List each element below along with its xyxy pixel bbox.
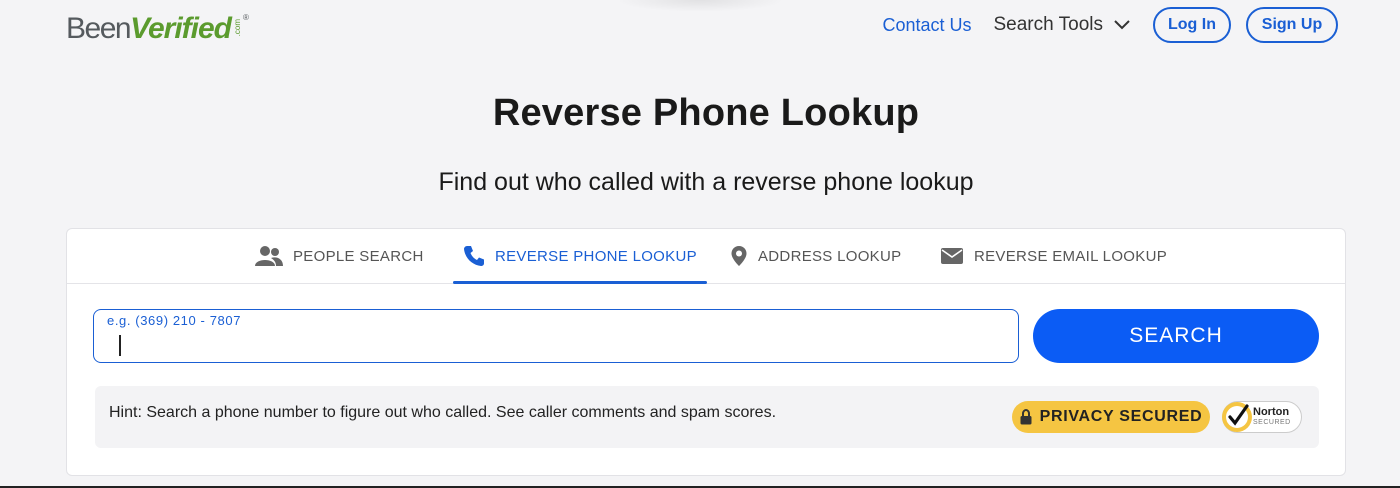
search-card: PEOPLE SEARCH REVERSE PHONE LOOKUP ADDRE…: [66, 228, 1346, 476]
lock-icon: [1020, 409, 1032, 425]
tab-label: REVERSE PHONE LOOKUP: [495, 247, 697, 265]
search-tools-dropdown[interactable]: Search Tools: [994, 14, 1132, 36]
norton-secured-badge: Norton SECURED: [1222, 401, 1302, 433]
top-nav: Contact Us Search Tools Log In Sign Up: [882, 7, 1338, 43]
beenverified-logo[interactable]: Been Verified .com ®: [66, 12, 249, 46]
privacy-badge-label: PRIVACY SECURED: [1039, 408, 1203, 425]
tab-label: REVERSE EMAIL LOOKUP: [974, 247, 1168, 265]
logo-registered-mark: ®: [243, 13, 249, 22]
phone-icon: [464, 246, 484, 266]
norton-check-icon: [1222, 402, 1252, 432]
tab-people-search[interactable]: PEOPLE SEARCH: [255, 229, 424, 283]
people-icon: [255, 246, 283, 266]
logo-been: Been: [66, 12, 132, 45]
contact-us-link[interactable]: Contact Us: [882, 15, 971, 36]
logo-dotcom: .com: [233, 18, 243, 36]
header: Been Verified .com ® Contact Us Search T…: [0, 0, 1400, 60]
tab-reverse-email-lookup[interactable]: REVERSE EMAIL LOOKUP: [940, 229, 1167, 283]
privacy-secured-badge: PRIVACY SECURED: [1012, 401, 1210, 433]
phone-input-hint-label: e.g. (369) 210 - 7807: [107, 313, 242, 328]
tab-reverse-phone-lookup[interactable]: REVERSE PHONE LOOKUP: [453, 229, 707, 284]
search-tools-label: Search Tools: [993, 14, 1104, 35]
logo-verified: Verified: [130, 12, 232, 45]
page-title: Reverse Phone Lookup: [492, 92, 920, 134]
norton-name: Norton: [1253, 406, 1290, 418]
tab-label: ADDRESS LOOKUP: [758, 247, 902, 265]
active-tab-underline: [453, 281, 707, 284]
search-tabs: PEOPLE SEARCH REVERSE PHONE LOOKUP ADDRE…: [67, 229, 1345, 284]
search-button[interactable]: SEARCH: [1033, 309, 1319, 363]
hint-text: Hint: Search a phone number to figure ou…: [109, 404, 777, 421]
signup-button[interactable]: Sign Up: [1246, 7, 1338, 43]
hint-panel: Hint: Search a phone number to figure ou…: [95, 386, 1319, 448]
chevron-down-icon: [1114, 20, 1130, 30]
page-subtitle: Find out who called with a reverse phone…: [438, 168, 974, 196]
phone-input[interactable]: [106, 330, 990, 360]
tab-label: PEOPLE SEARCH: [293, 247, 424, 265]
login-button[interactable]: Log In: [1153, 7, 1231, 43]
norton-secured-label: SECURED: [1253, 419, 1291, 426]
phone-input-field[interactable]: e.g. (369) 210 - 7807: [93, 309, 1019, 363]
tab-address-lookup[interactable]: ADDRESS LOOKUP: [730, 229, 901, 283]
envelope-icon: [941, 248, 963, 264]
text-caret: [119, 335, 121, 356]
map-pin-icon: [731, 246, 747, 266]
